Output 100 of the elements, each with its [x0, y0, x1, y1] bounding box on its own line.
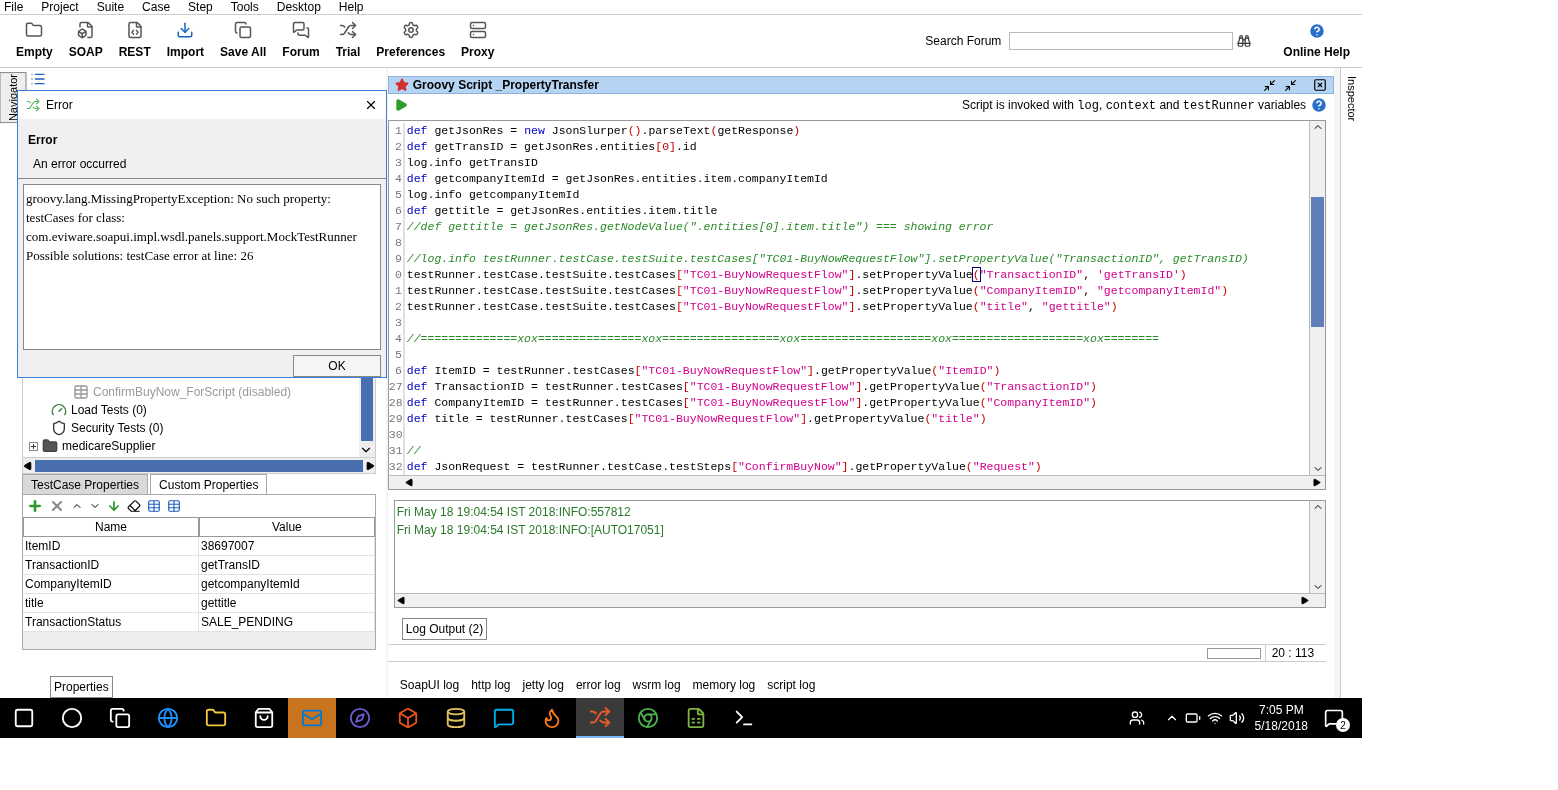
- column-header[interactable]: Name: [23, 517, 199, 537]
- scroll-thumb[interactable]: [35, 459, 363, 472]
- error-message: groovy.lang.MissingPropertyException: No such property: testCases for class: com.eviware.soapui.impl.wsdl.panels.support.MockTestRunner Possible solutions: testCase error at line: 26: [23, 184, 381, 350]
- vertical-scrollbar[interactable]: [1309, 121, 1326, 475]
- line-number: 0: [393, 267, 403, 284]
- horizontal-scrollbar[interactable]: [23, 457, 375, 473]
- line-number: 5: [393, 347, 403, 364]
- code-line: def getTransID = getJsonRes.entities[0].id: [406, 139, 697, 156]
- properties-button[interactable]: Properties: [50, 676, 113, 698]
- browser-icon: [157, 707, 179, 729]
- tree-item[interactable]: Load Tests (0): [71, 401, 147, 419]
- server-icon: [468, 21, 487, 39]
- toolbar-button[interactable]: Import: [158, 21, 213, 61]
- menu-item[interactable]: Tools: [230, 0, 259, 14]
- people-icon[interactable]: [1128, 710, 1145, 726]
- code-line: def title = testRunner.testCases["TC01-BuyNowRequestFlow"].getPropertyValue("title"): [406, 411, 987, 428]
- battery-icon[interactable]: [1184, 710, 1201, 726]
- table-cell: title: [23, 594, 199, 613]
- properties-tab[interactable]: Custom Properties: [150, 474, 268, 494]
- spreadsheet-icon: [685, 707, 707, 729]
- scroll-left-icon[interactable]: [23, 460, 33, 471]
- line-number: 6: [393, 203, 403, 220]
- box-icon: [397, 707, 419, 729]
- menu-item[interactable]: Help: [338, 0, 364, 14]
- tree-item[interactable]: medicareSupplier: [62, 437, 156, 455]
- scroll-left-icon[interactable]: [404, 478, 414, 487]
- toolbar-button[interactable]: Empty: [8, 21, 61, 61]
- log-output-button[interactable]: Log Output (2): [401, 618, 488, 640]
- toolbar-button[interactable]: Forum: [274, 21, 328, 61]
- table-cell: gettitle: [199, 594, 375, 613]
- help-icon[interactable]: [1310, 96, 1329, 114]
- toolbar-button[interactable]: Proxy: [453, 21, 503, 61]
- toolbar-button[interactable]: Trial: [327, 21, 369, 61]
- scroll-right-icon[interactable]: [1300, 596, 1310, 605]
- document-icon: [73, 384, 89, 400]
- menu-item[interactable]: File: [4, 0, 24, 14]
- code-line: //: [406, 443, 421, 460]
- search-icon: [61, 707, 83, 729]
- code-line: //log.info testRunner.testCase.testSuite.testCases["TC01-BuyNowRequestFlow"].setPropertyValue("TransactionID", getTransID): [406, 251, 1249, 268]
- menu-item[interactable]: Case: [142, 0, 171, 14]
- scroll-right-icon[interactable]: [364, 460, 375, 471]
- network-icon[interactable]: [1206, 710, 1223, 726]
- task-view-icon: [109, 707, 131, 729]
- inspector-tab[interactable]: Inspector: [1341, 76, 1360, 122]
- binoculars-icon[interactable]: [1237, 34, 1252, 48]
- log-tab[interactable]: http log: [471, 676, 511, 694]
- eraser-icon[interactable]: [127, 499, 141, 513]
- line-number: 2: [393, 139, 403, 156]
- add-icon[interactable]: [27, 498, 43, 514]
- log-tab[interactable]: SoapUI log: [399, 676, 460, 694]
- menu-item[interactable]: Step: [188, 0, 213, 14]
- scroll-right-icon[interactable]: [1312, 478, 1322, 487]
- list-icon[interactable]: [30, 71, 46, 87]
- code-line: log.info getcompanyItemId: [406, 187, 580, 204]
- horizontal-scrollbar[interactable]: [394, 593, 1326, 607]
- table-icon[interactable]: [167, 499, 181, 513]
- log-tab[interactable]: error log: [575, 676, 621, 694]
- toolbar-button[interactable]: Save All: [212, 21, 275, 61]
- menu-item[interactable]: Suite: [96, 0, 125, 14]
- log-tab[interactable]: memory log: [692, 676, 756, 694]
- minimize-icon[interactable]: [1284, 78, 1298, 92]
- delete-icon[interactable]: [49, 498, 65, 514]
- code-line: def getJsonRes = new JsonSlurper().parseText(getResponse): [406, 123, 801, 140]
- star-icon: [394, 78, 409, 92]
- compass-icon: [349, 707, 371, 729]
- editor-title: Groovy Script _PropertyTransfer: [412, 77, 599, 94]
- online-help-button[interactable]: Online Help: [1283, 21, 1350, 61]
- browser-icon: [637, 707, 659, 729]
- expand-icon[interactable]: [29, 441, 38, 451]
- horizontal-scrollbar[interactable]: [388, 475, 1326, 489]
- undock-icon[interactable]: [1263, 78, 1277, 92]
- log-tab[interactable]: jetty log: [522, 676, 564, 694]
- menu-item[interactable]: Project: [41, 0, 79, 14]
- line-number: 1: [393, 283, 403, 300]
- line-number: 32: [388, 459, 403, 475]
- properties-tab[interactable]: TestCase Properties: [22, 474, 149, 494]
- toolbar-button[interactable]: Preferences: [368, 21, 454, 61]
- close-icon[interactable]: [1313, 78, 1328, 92]
- volume-icon[interactable]: [1228, 710, 1245, 726]
- toolbar-button[interactable]: SOAP: [60, 21, 111, 61]
- close-icon[interactable]: [364, 98, 378, 112]
- ok-button[interactable]: OK: [293, 355, 381, 377]
- scroll-left-icon[interactable]: [396, 596, 406, 605]
- log-tab[interactable]: script log: [767, 676, 816, 694]
- menu-item[interactable]: Desktop: [276, 0, 321, 14]
- status-field: [1206, 647, 1261, 659]
- windows-icon: [13, 707, 35, 729]
- log-tab[interactable]: wsrm log: [632, 676, 681, 694]
- line-number: 5: [393, 187, 403, 204]
- toolbar-button[interactable]: REST: [110, 21, 159, 61]
- run-icon[interactable]: [393, 98, 408, 112]
- tree-item[interactable]: Security Tests (0): [71, 419, 164, 437]
- table-icon[interactable]: [147, 499, 161, 513]
- code-line: testRunner.testCase.testSuite.testCases["TC01-BuyNowRequestFlow"].setPropertyValue("TransactionID", 'getTransID'): [406, 267, 1187, 284]
- scroll-thumb[interactable]: [1311, 197, 1325, 327]
- line-number: 7: [393, 219, 403, 236]
- column-header[interactable]: Value: [199, 517, 375, 537]
- search-field[interactable]: [1009, 32, 1234, 50]
- clock[interactable]: 7:05 PM 5/18/2018: [1254, 702, 1308, 734]
- vertical-scrollbar[interactable]: [1309, 501, 1326, 593]
